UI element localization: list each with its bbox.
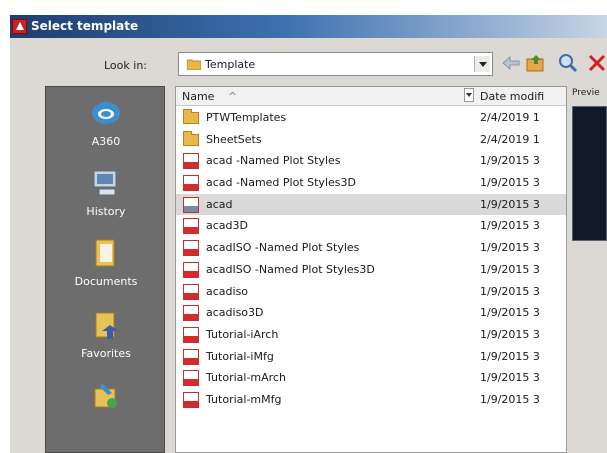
file-row[interactable]: Tutorial-mMfg 1/9/2015 3 <box>176 389 566 411</box>
file-name: acadiso <box>206 284 249 298</box>
file-row[interactable]: Tutorial-mArch 1/9/2015 3 <box>176 367 566 389</box>
file-name: PTWTemplates <box>206 111 287 124</box>
dwt-file-icon <box>183 218 199 235</box>
file-name: Tutorial-iMfg <box>206 349 274 363</box>
file-name: acad3D <box>206 219 248 233</box>
documents-icon <box>90 237 122 269</box>
file-name: acadISO -Named Plot Styles3D <box>206 262 375 276</box>
place-history[interactable]: History <box>46 167 166 239</box>
column-header-row: Name ^ Date modifi <box>176 87 566 106</box>
file-row[interactable]: SheetSets 2/4/2019 1 <box>176 129 566 151</box>
file-row[interactable]: Tutorial-iMfg 1/9/2015 3 <box>176 346 566 368</box>
top-strip <box>0 0 607 15</box>
places-sidebar: A360 History Documents Favorites <box>45 86 165 453</box>
file-date: 1/9/2015 3 <box>480 262 540 276</box>
a360-icon <box>90 97 122 129</box>
file-row[interactable]: acadISO -Named Plot Styles 1/9/2015 3 <box>176 237 566 259</box>
file-date: 1/9/2015 3 <box>480 197 540 211</box>
file-date: 1/9/2015 3 <box>480 306 540 320</box>
file-list[interactable]: Name ^ Date modifi PTWTemplates 2/4/2019 … <box>175 86 567 453</box>
file-name: acadISO -Named Plot Styles <box>206 241 360 255</box>
file-name: acad <box>206 197 233 211</box>
file-date: 2/4/2019 1 <box>480 132 540 146</box>
dwt-file-icon <box>183 240 199 257</box>
file-date: 1/9/2015 3 <box>480 154 540 168</box>
folder-icon <box>183 109 199 126</box>
file-row[interactable]: acadiso 1/9/2015 3 <box>176 281 566 303</box>
file-row[interactable]: PTWTemplates 2/4/2019 1 <box>176 107 566 129</box>
select-template-dialog: Look in: Template A360 History Documents… <box>10 38 607 453</box>
place-a360[interactable]: A360 <box>46 97 166 169</box>
file-name: Tutorial-mMfg <box>206 392 282 406</box>
file-date: 1/9/2015 3 <box>480 176 540 190</box>
dwt-file-icon <box>183 348 199 365</box>
file-row[interactable]: acad3D 1/9/2015 3 <box>176 215 566 237</box>
look-in-value: Template <box>205 58 256 71</box>
history-icon <box>90 167 122 199</box>
dwt-file-icon <box>183 370 199 387</box>
look-in-dropdown[interactable]: Template <box>178 52 493 76</box>
file-row[interactable]: acad -Named Plot Styles 1/9/2015 3 <box>176 150 566 172</box>
preview-label: Previe <box>572 88 600 98</box>
file-date: 1/9/2015 3 <box>480 371 540 385</box>
file-date: 1/9/2015 3 <box>480 284 540 298</box>
dwt-file-icon <box>183 326 199 343</box>
dwt-file-icon <box>183 153 199 170</box>
file-date: 2/4/2019 1 <box>480 111 540 124</box>
file-date: 1/9/2015 3 <box>480 392 540 406</box>
title-bar[interactable]: Select template <box>10 15 607 38</box>
file-name: acadiso3D <box>206 306 264 320</box>
window-title: Select template <box>31 19 139 33</box>
file-row[interactable]: acad 1/9/2015 3 <box>176 193 566 216</box>
ftp-icon <box>90 381 122 413</box>
delete-icon[interactable] <box>587 52 607 74</box>
dwt-file-icon <box>183 261 199 278</box>
sort-arrow-icon: ^ <box>228 90 238 103</box>
column-header-date[interactable]: Date modifi <box>480 90 564 103</box>
file-row[interactable]: acadISO -Named Plot Styles3D 1/9/2015 3 <box>176 259 566 281</box>
column-dropdown-icon[interactable] <box>464 88 474 102</box>
chevron-down-icon[interactable] <box>474 56 490 72</box>
place-documents[interactable]: Documents <box>46 237 166 309</box>
search-web-icon[interactable] <box>557 52 579 74</box>
file-name: SheetSets <box>206 132 262 146</box>
folder-icon <box>186 58 202 73</box>
place-favorites[interactable]: Favorites <box>46 309 166 381</box>
file-rows: PTWTemplates 2/4/2019 1 SheetSets 2/4/2019 … <box>176 107 566 411</box>
place-label: Favorites <box>81 347 131 360</box>
look-in-label: Look in: <box>104 59 147 72</box>
preview-image <box>572 106 607 241</box>
file-row[interactable]: acadiso3D 1/9/2015 3 <box>176 302 566 324</box>
file-date: 1/9/2015 3 <box>480 241 540 255</box>
file-name: acad -Named Plot Styles3D <box>206 176 356 190</box>
dwt-file-icon <box>183 283 199 300</box>
autocad-app-icon <box>12 19 27 34</box>
file-name: Tutorial-mArch <box>206 371 286 385</box>
place-label: History <box>86 205 126 218</box>
folder-icon <box>183 130 199 148</box>
place-label: Documents <box>74 275 138 288</box>
dwt-file-icon <box>183 175 199 192</box>
file-name: Tutorial-iArch <box>206 327 279 341</box>
dwt-file-icon <box>183 305 199 322</box>
file-date: 1/9/2015 3 <box>480 349 540 363</box>
favorites-icon <box>90 309 122 341</box>
file-row[interactable]: Tutorial-iArch 1/9/2015 3 <box>176 324 566 346</box>
file-row[interactable]: acad -Named Plot Styles3D 1/9/2015 3 <box>176 172 566 194</box>
place-ftp[interactable] <box>46 381 166 453</box>
place-label: A360 <box>91 135 121 148</box>
file-date: 1/9/2015 3 <box>480 327 540 341</box>
back-arrow-icon[interactable] <box>500 52 522 74</box>
column-header-name[interactable]: Name <box>182 90 214 103</box>
up-one-level-icon[interactable] <box>525 52 547 74</box>
dwt-file-icon <box>183 391 199 408</box>
file-name: acad -Named Plot Styles <box>206 154 341 168</box>
file-date: 1/9/2015 3 <box>480 219 540 233</box>
dwt-file-icon <box>183 196 199 213</box>
